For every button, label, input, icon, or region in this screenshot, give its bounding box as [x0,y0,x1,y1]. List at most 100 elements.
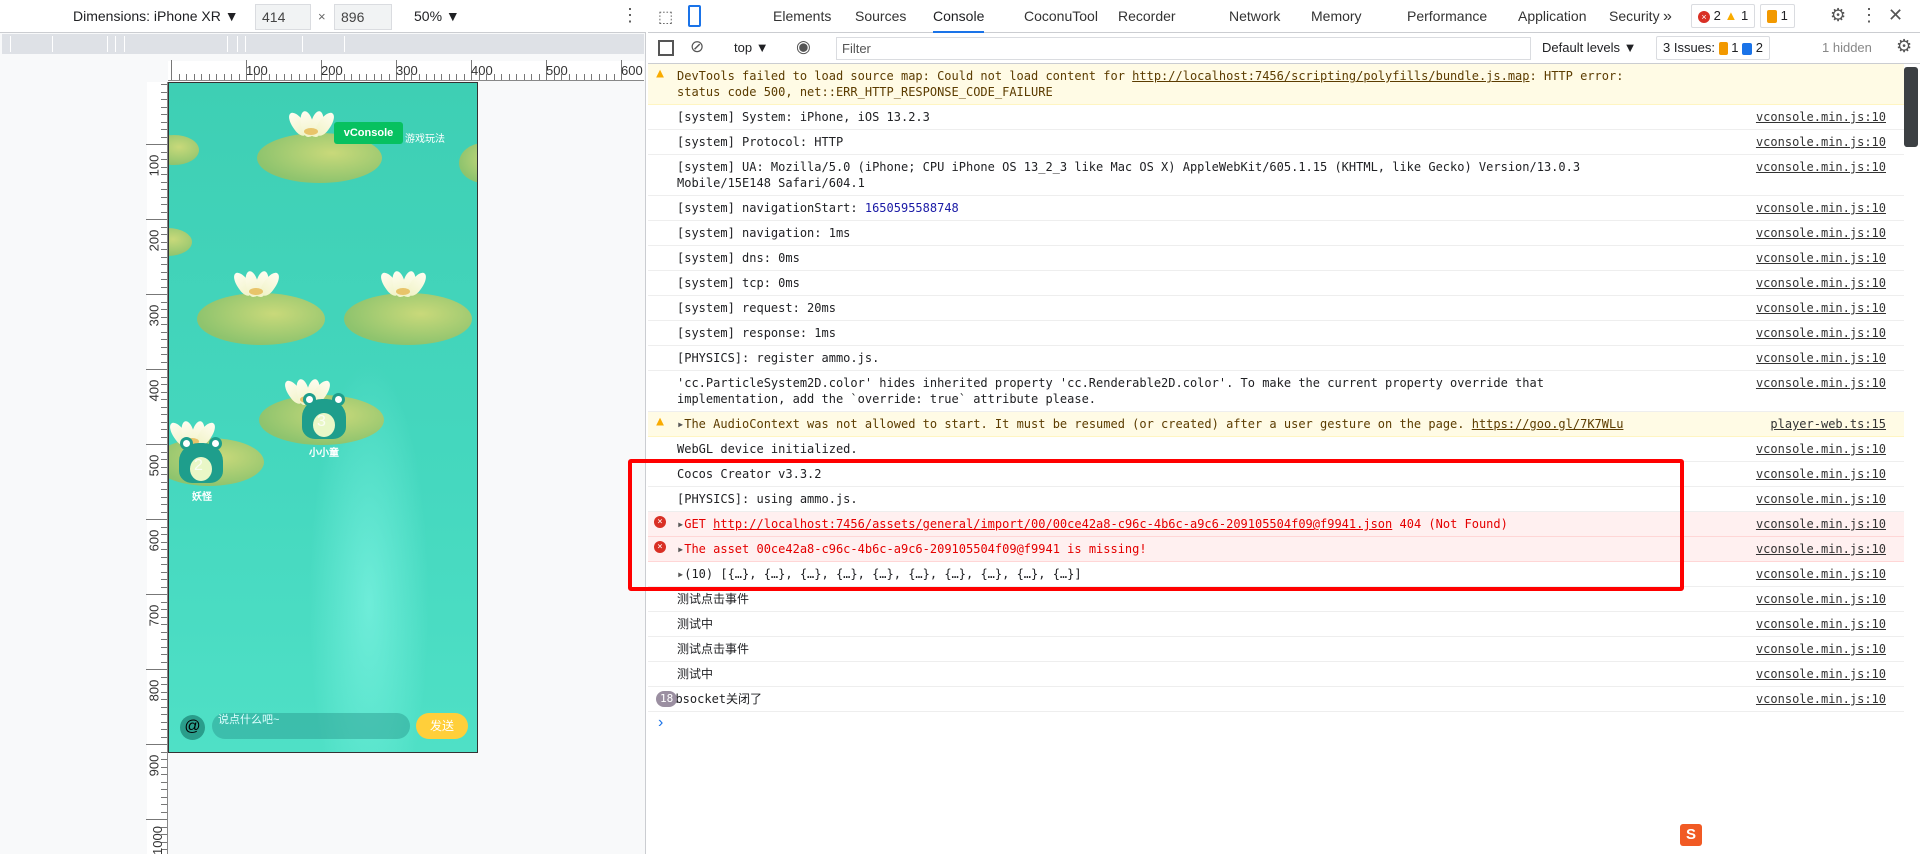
source-link[interactable]: vconsole.min.js:10 [1756,491,1886,507]
source-link[interactable]: vconsole.min.js:10 [1756,350,1886,366]
source-link[interactable]: vconsole.min.js:10 [1756,250,1886,266]
source-link[interactable]: vconsole.min.js:10 [1756,691,1886,707]
source-link[interactable]: vconsole.min.js:10 [1756,275,1886,291]
lotus-flower-icon [377,269,430,301]
source-link[interactable]: vconsole.min.js:10 [1756,516,1886,532]
tab-console[interactable]: Console [933,0,985,33]
warning-icon: ▲ [1724,8,1738,23]
input-method-icon[interactable]: S [1680,824,1702,846]
console-error-row[interactable]: × ▸GET http://localhost:7456/assets/gener… [648,512,1904,537]
source-link[interactable]: vconsole.min.js:10 [1756,566,1886,582]
phone-screen[interactable]: 3 小小童 2 妖怪 vConsole 游戏玩法 @ 说点什么吧~ 发送 [168,82,478,753]
source-link[interactable]: player-web.ts:15 [1770,416,1886,432]
console-error-row[interactable]: × ▸The asset 00ce42a8-c96c-4b6c-a9c6-2091… [648,537,1904,562]
send-button[interactable]: 发送 [416,713,468,739]
source-link[interactable]: vconsole.min.js:10 [1756,325,1886,341]
console-log-row: [system] dns: 0ms vconsole.min.js:10 [648,246,1904,271]
message-text: [PHYSICS]: using ammo.js. [677,492,858,506]
more-menu-icon[interactable]: ⋮ [1860,5,1878,26]
clear-console-icon[interactable]: ⊘ [690,37,704,57]
tab-memory[interactable]: Memory [1311,0,1362,33]
source-link[interactable]: vconsole.min.js:10 [1756,666,1886,682]
more-tabs-button[interactable]: » [1663,0,1672,33]
media-query-bar[interactable] [2,34,644,54]
source-link[interactable]: vconsole.min.js:10 [1756,616,1886,632]
message-text: The AudioContext was not allowed to star… [684,417,1472,431]
device-toolbar: Dimensions: iPhone XR ▼ 414 × 896 50% ▼ … [0,0,646,33]
console-toolbar: ⊘ top ▼ ◉ Filter Default levels ▼ 3 Issu… [648,33,1920,64]
more-options-icon[interactable]: ⋮ [621,5,639,26]
source-link[interactable]: vconsole.min.js:10 [1756,375,1886,391]
height-input[interactable]: 896 [334,4,392,30]
console-log-row: [system] navigation: 1ms vconsole.min.js:… [648,221,1904,246]
issues-button[interactable]: 3 Issues: 1 2 [1656,36,1770,60]
issue-icon [1767,10,1777,24]
console-log-row: WebGL device initialized. vconsole.min.js… [648,437,1904,462]
ruler-label: 600 [621,63,643,78]
message-link[interactable]: http://localhost:7456/scripting/polyfill… [1132,69,1529,83]
source-link[interactable]: vconsole.min.js:10 [1756,200,1886,216]
console-prompt[interactable]: › [648,712,1904,734]
tab-network[interactable]: Network [1229,0,1280,33]
source-link[interactable]: vconsole.min.js:10 [1756,641,1886,657]
console-log-row: [system] request: 20ms vconsole.min.js:10 [648,296,1904,321]
tab-recorder[interactable]: Recorder [1118,0,1176,33]
hidden-count: 1 hidden [1822,40,1872,55]
source-link[interactable]: vconsole.min.js:10 [1756,300,1886,316]
tab-sources[interactable]: Sources [855,0,906,33]
settings-gear-icon[interactable]: ⚙ [1830,5,1846,26]
scrollbar[interactable] [1904,67,1918,147]
source-link[interactable]: vconsole.min.js:10 [1756,591,1886,607]
ruler-label: 700 [146,604,162,627]
console-settings-gear-icon[interactable]: ⚙ [1896,36,1912,57]
tab-application[interactable]: Application [1518,0,1587,33]
zoom-dropdown[interactable]: 50% ▼ [414,8,460,24]
vconsole-button[interactable]: vConsole [334,122,403,144]
close-icon[interactable]: ✕ [1888,5,1903,26]
tab-security[interactable]: Security [1609,0,1660,33]
filter-input[interactable]: Filter [836,37,1531,60]
source-link[interactable]: vconsole.min.js:10 [1756,441,1886,457]
context-selector[interactable]: top ▼ [734,40,769,55]
console-log-row: [PHYSICS]: using ammo.js. vconsole.min.js… [648,487,1904,512]
message-link[interactable]: http://localhost:7456/assets/general/imp… [713,517,1392,531]
device-toggle-icon[interactable] [688,5,701,27]
source-link[interactable]: vconsole.min.js:10 [1756,541,1886,557]
error-icon: × [654,541,666,553]
console-log-row[interactable]: ▸(10) [{…}, {…}, {…}, {…}, {…}, {…}, {…}… [648,562,1904,587]
source-link[interactable]: vconsole.min.js:10 [1756,109,1886,125]
ruler-label: 900 [146,754,162,777]
message-link[interactable]: https://goo.gl/7K7WLu [1472,417,1624,431]
console-log-row: 测试中 vconsole.min.js:10 [648,662,1904,687]
horizontal-ruler: 100 200 300 400 500 600 [168,60,644,81]
inspect-element-icon[interactable]: ⬚ [658,7,673,27]
source-link[interactable]: vconsole.min.js:10 [1756,466,1886,482]
console-log-row: 测试点击事件 vconsole.min.js:10 [648,587,1904,612]
message-text: [system] navigation: 1ms [677,226,851,240]
sidebar-toggle-icon[interactable] [658,40,674,56]
source-link[interactable]: vconsole.min.js:10 [1756,134,1886,150]
width-input[interactable]: 414 [255,4,311,30]
frog-player-3[interactable]: 3 [299,391,349,439]
message-text: Cocos Creator v3.3.2 [677,467,822,481]
dimensions-dropdown[interactable]: Dimensions: iPhone XR ▼ [73,8,239,24]
issues-counter[interactable]: 1 [1760,4,1795,28]
mention-button[interactable]: @ [180,715,205,740]
lotus-flower-icon [230,269,283,301]
tab-coconutool[interactable]: CoconuTool [1024,0,1098,33]
chat-input[interactable]: 说点什么吧~ [212,713,410,739]
console-warning-row[interactable]: ▲ ▸The AudioContext was not allowed to st… [648,412,1904,437]
message-text: [system] dns: 0ms [677,251,800,265]
how-to-play-link[interactable]: 游戏玩法 [405,130,445,145]
ruler-label: 600 [146,529,162,552]
console-log-row: [system] navigationStart: 1650595588748 v… [648,196,1904,221]
live-expression-eye-icon[interactable]: ◉ [796,37,811,57]
log-levels-dropdown[interactable]: Default levels ▼ [1542,40,1637,55]
source-link[interactable]: vconsole.min.js:10 [1756,159,1886,175]
source-link[interactable]: vconsole.min.js:10 [1756,225,1886,241]
message-text: [system] UA: Mozilla/5.0 (iPhone; CPU iP… [677,160,1588,190]
frog-player-2[interactable]: 2 [176,435,226,483]
tab-performance[interactable]: Performance [1407,0,1487,33]
error-warning-counter[interactable]: × 2 ▲ 1 [1691,4,1756,28]
tab-elements[interactable]: Elements [773,0,831,33]
